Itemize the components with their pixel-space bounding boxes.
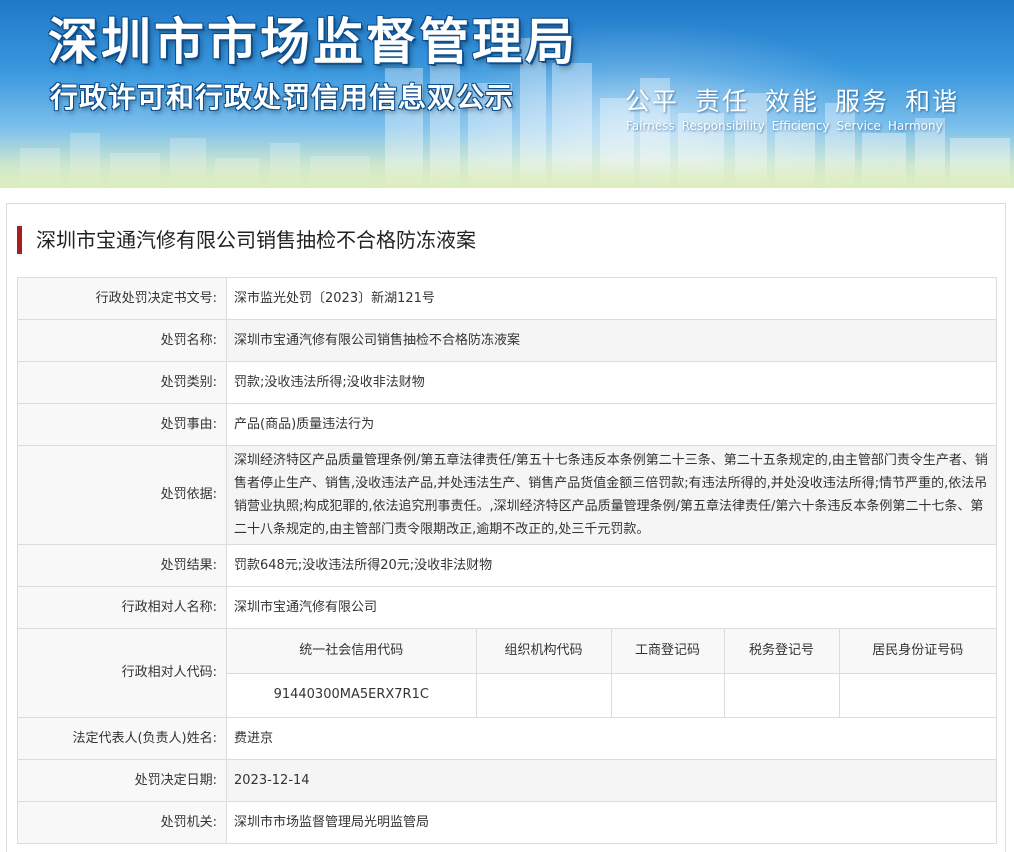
- row-label: 处罚事由:: [17, 403, 227, 446]
- row-label: 行政相对人代码:: [17, 628, 227, 718]
- table-row: 行政相对人名称: 深圳市宝通汽修有限公司: [17, 586, 997, 629]
- credit-code-value: 91440300MA5ERX7R1C: [227, 672, 477, 717]
- slogan-word: 和谐: [905, 87, 960, 116]
- row-label: 处罚依据:: [17, 445, 227, 545]
- code-header: 工商登记码: [610, 629, 725, 674]
- slogan-word: 服务: [835, 87, 890, 116]
- code-header: 居民身份证号码: [838, 629, 996, 674]
- slogan-english: Fairness Responsibility Efficiency Service H…: [626, 118, 943, 134]
- row-label: 处罚名称:: [17, 319, 227, 362]
- table-row: 处罚结果: 罚款648元;没收违法所得20元;没收非法财物: [17, 544, 997, 587]
- decision-number-value: 深市监光处罚〔2023〕新湖121号: [226, 277, 997, 320]
- row-label: 处罚类别:: [17, 361, 227, 404]
- penalty-reason-value: 产品(商品)质量违法行为: [226, 403, 997, 446]
- slogan-word: 公平: [625, 87, 680, 116]
- row-label: 处罚结果:: [17, 544, 227, 587]
- id-number-value: [838, 672, 996, 717]
- penalty-result-value: 罚款648元;没收违法所得20元;没收非法财物: [226, 544, 997, 587]
- row-label: 法定代表人(负责人)姓名:: [17, 717, 227, 760]
- case-detail-card: 深圳市宝通汽修有限公司销售抽检不合格防冻液案 行政处罚决定书文号: 深市监光处罚…: [6, 203, 1006, 852]
- org-code-value: [475, 672, 612, 717]
- banner-ground: [0, 158, 1014, 188]
- code-header: 统一社会信用代码: [227, 629, 477, 674]
- party-name-value: 深圳市宝通汽修有限公司: [226, 586, 997, 629]
- slogan-word: 责任: [695, 87, 750, 116]
- table-row: 行政处罚决定书文号: 深市监光处罚〔2023〕新湖121号: [17, 277, 997, 320]
- penalty-type-value: 罚款;没收违法所得;没收非法财物: [226, 361, 997, 404]
- table-row: 处罚类别: 罚款;没收违法所得;没收非法财物: [17, 361, 997, 404]
- code-header: 税务登记号: [723, 629, 840, 674]
- slogan-word-en: Efficiency: [771, 119, 830, 133]
- table-row: 处罚依据: 深圳经济特区产品质量管理条例/第五章法律责任/第五十七条违反本条例第…: [17, 445, 997, 545]
- table-row: 法定代表人(负责人)姓名: 费进京: [17, 717, 997, 760]
- row-label: 处罚决定日期:: [17, 759, 227, 802]
- party-codes-table: 统一社会信用代码 组织机构代码 工商登记码 税务登记号 居民身份证号码 9144…: [227, 629, 996, 717]
- row-label: 行政相对人名称:: [17, 586, 227, 629]
- business-reg-value: [610, 672, 725, 717]
- case-info-table: 行政处罚决定书文号: 深市监光处罚〔2023〕新湖121号 处罚名称: 深圳市宝…: [17, 277, 997, 844]
- site-subtitle: 行政许可和行政处罚信用信息双公示: [50, 81, 515, 114]
- slogan-word-en: Responsibility: [681, 119, 765, 133]
- header-banner: 深圳市市场监督管理局 行政许可和行政处罚信用信息双公示 公平 责任 效能 服务 和谐 F…: [0, 0, 1014, 188]
- row-label: 行政处罚决定书文号:: [17, 277, 227, 320]
- code-header: 组织机构代码: [475, 629, 612, 674]
- tax-reg-value: [723, 672, 840, 717]
- slogan-chinese: 公平 责任 效能 服务 和谐: [625, 86, 959, 118]
- party-codes-cell: 统一社会信用代码 组织机构代码 工商登记码 税务登记号 居民身份证号码 9144…: [226, 628, 997, 718]
- site-title: 深圳市市场监督管理局: [48, 13, 578, 71]
- decision-date-value: 2023-12-14: [226, 759, 997, 802]
- table-row: 处罚机关: 深圳市市场监督管理局光明监管局: [17, 801, 997, 844]
- table-row: 处罚决定日期: 2023-12-14: [17, 759, 997, 802]
- penalty-name-value: 深圳市宝通汽修有限公司销售抽检不合格防冻液案: [226, 319, 997, 362]
- slogan-word: 效能: [765, 87, 820, 116]
- legal-rep-value: 费进京: [226, 717, 997, 760]
- row-label: 处罚机关:: [17, 801, 227, 844]
- table-row: 处罚事由: 产品(商品)质量违法行为: [17, 403, 997, 446]
- table-row: 处罚名称: 深圳市宝通汽修有限公司销售抽检不合格防冻液案: [17, 319, 997, 362]
- codes-header-row: 统一社会信用代码 组织机构代码 工商登记码 税务登记号 居民身份证号码: [227, 629, 996, 674]
- slogan-word-en: Fairness: [626, 119, 675, 133]
- penalty-basis-value: 深圳经济特区产品质量管理条例/第五章法律责任/第五十七条违反本条例第二十三条、第…: [226, 445, 997, 545]
- slogan-word-en: Harmony: [887, 119, 943, 133]
- codes-value-row: 91440300MA5ERX7R1C: [227, 672, 996, 717]
- case-title: 深圳市宝通汽修有限公司销售抽检不合格防冻液案: [17, 226, 476, 254]
- authority-value: 深圳市市场监督管理局光明监管局: [226, 801, 997, 844]
- table-row: 行政相对人代码: 统一社会信用代码 组织机构代码 工商登记码 税务登记号 居民身…: [17, 628, 997, 718]
- slogan-word-en: Service: [836, 119, 881, 133]
